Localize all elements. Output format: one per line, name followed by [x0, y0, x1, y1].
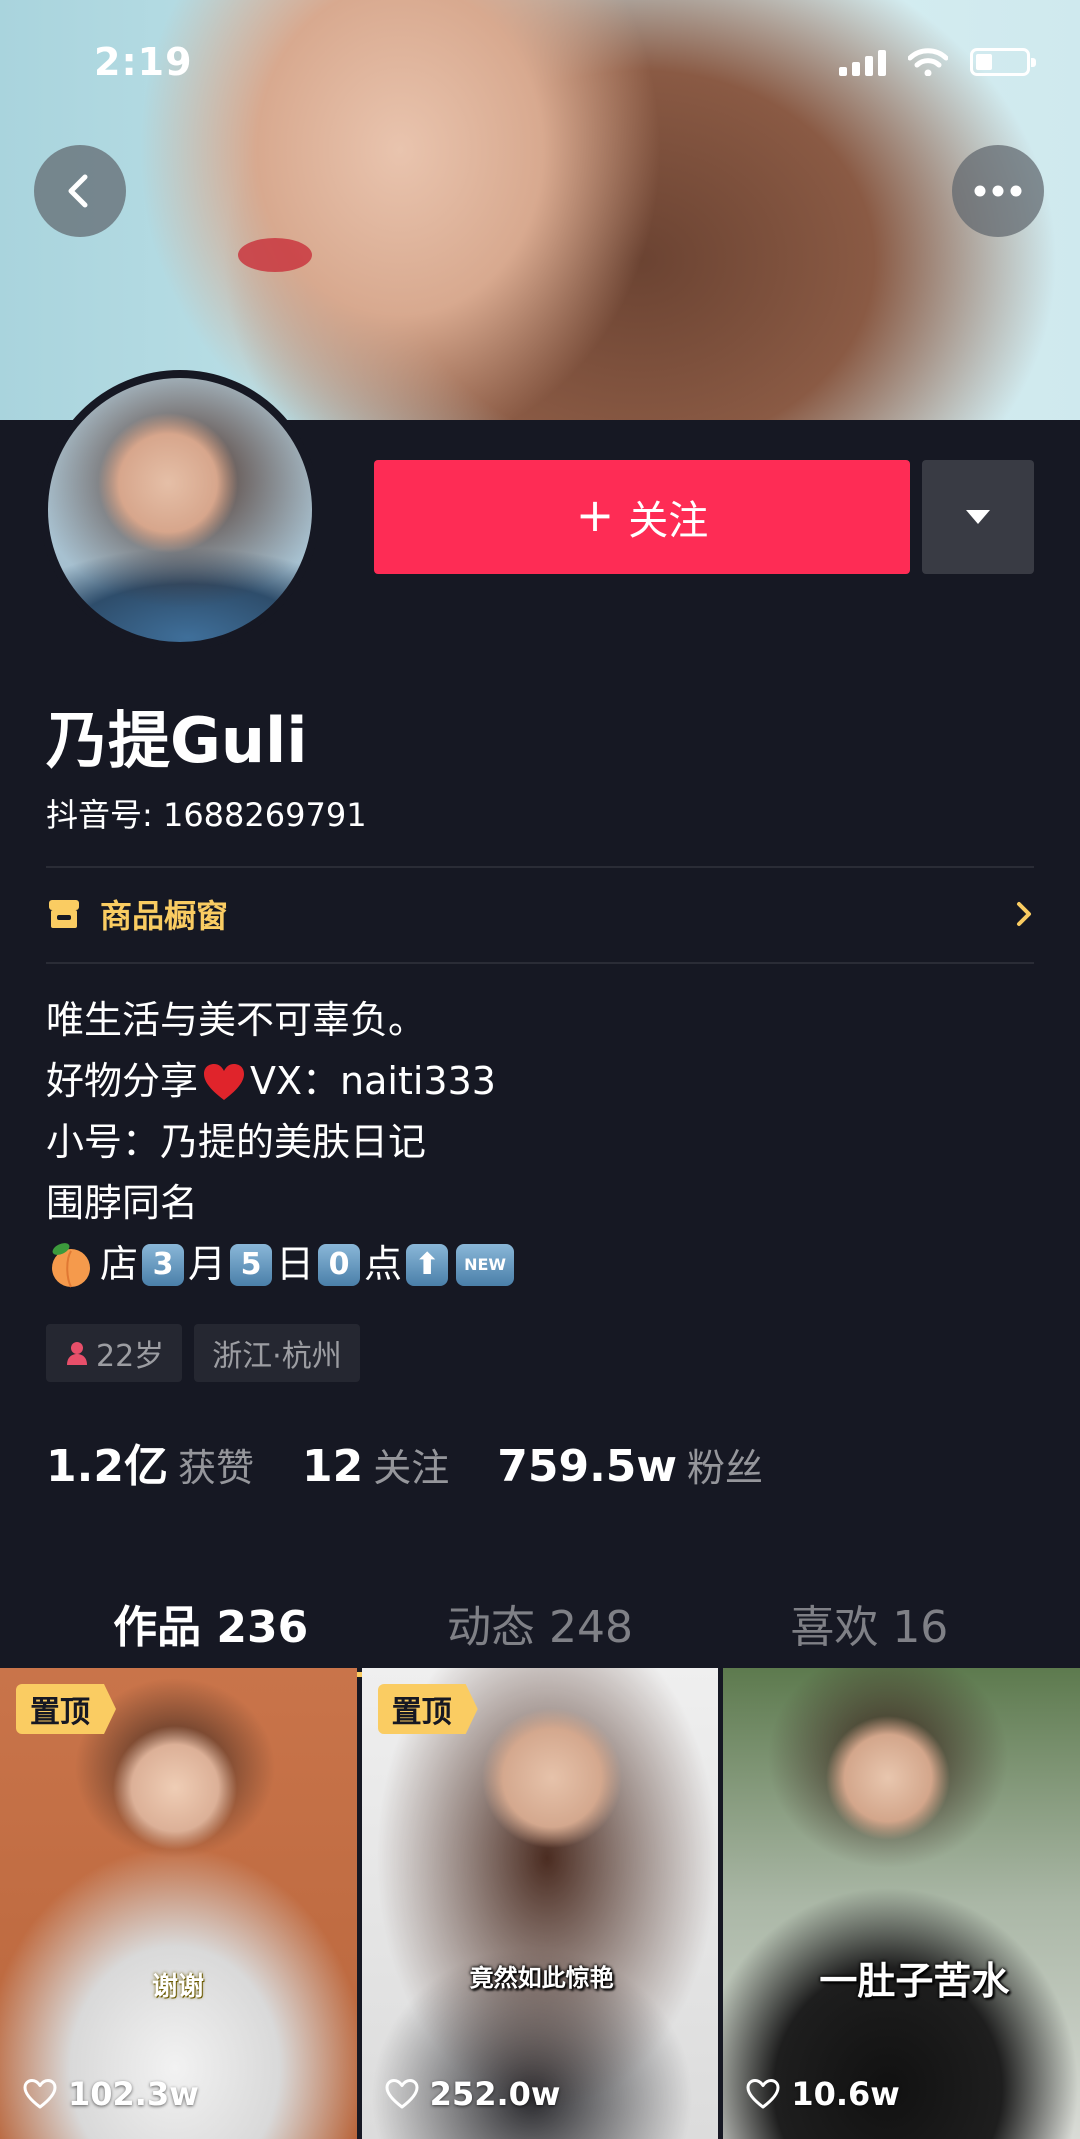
video-caption: 一肚子苦水 — [819, 1959, 1010, 2003]
video-likes: 102.3w — [22, 2075, 199, 2113]
video-grid: 置顶 谢谢 102.3w 置顶 竟然如此惊艳 252.0w 一肚子苦水 10.6… — [0, 1668, 1080, 2139]
back-icon — [68, 174, 88, 208]
heart-icon — [385, 2079, 419, 2109]
pinned-badge: 置顶 — [377, 1684, 478, 1734]
bio-line: 店 3 月 5 日 0 点 ⬆ NEW — [46, 1234, 518, 1295]
likes-count: 102.3w — [68, 2075, 199, 2113]
more-button[interactable] — [952, 145, 1044, 237]
bio-text: 好物分享 — [46, 1059, 199, 1103]
age-tag: 22岁 — [46, 1324, 183, 1382]
video-thumbnail[interactable]: 置顶 谢谢 102.3w — [0, 1668, 357, 2139]
cover-image: 2:19 — [0, 0, 1080, 420]
follow-label: 关注 — [628, 498, 709, 544]
status-time: 2:19 — [94, 40, 193, 84]
shop-icon — [49, 900, 79, 928]
bio: 唯生活与美不可辜负。 好物分享 VX：naiti333 小号：乃提的美肤日记 围… — [46, 990, 518, 1295]
bio-text: VX：naiti333 — [250, 1059, 496, 1103]
stat-following[interactable]: 12 关注 — [302, 1437, 449, 1492]
likes-count: 252.0w — [429, 2075, 561, 2113]
tab-dynamics[interactable]: 动态 248 — [375, 1575, 704, 1671]
keycap-3: 3 — [142, 1243, 185, 1286]
age-label: 22岁 — [96, 1339, 165, 1374]
new-badge: NEW — [456, 1243, 515, 1286]
avatar[interactable] — [40, 370, 320, 650]
back-button[interactable] — [34, 145, 126, 237]
battery-icon — [970, 48, 1036, 76]
video-caption: 竟然如此惊艳 — [469, 1964, 614, 1992]
stat-label: 关注 — [373, 1446, 450, 1490]
stat-followers[interactable]: 759.5w 粉丝 — [497, 1437, 763, 1492]
red-heart-icon — [204, 1063, 245, 1100]
dropdown-icon — [966, 510, 990, 524]
video-caption: 谢谢 — [152, 1972, 205, 2002]
bio-line: 唯生活与美不可辜负。 — [46, 998, 427, 1042]
stat-likes: 1.2亿 获赞 — [46, 1430, 254, 1494]
status-bar: 2:19 — [0, 40, 1080, 90]
bio-line: 围脖同名 — [46, 1181, 199, 1225]
bio-text: 月 — [188, 1242, 227, 1286]
divider — [46, 962, 1034, 964]
bio-text: 日 — [276, 1242, 315, 1286]
douyin-id[interactable]: 抖音号: 1688269791 — [46, 790, 367, 836]
video-likes: 10.6w — [745, 2075, 900, 2113]
recommend-dropdown-button[interactable] — [922, 460, 1034, 574]
chevron-right-icon — [1017, 902, 1031, 926]
follow-button[interactable]: + 关注 — [374, 460, 910, 574]
stat-label: 粉丝 — [687, 1446, 764, 1490]
bio-line: 好物分享 VX：naiti333 — [46, 1051, 518, 1112]
cover-decoration — [238, 238, 312, 272]
likes-count: 10.6w — [791, 2075, 900, 2113]
stats-row: 1.2亿 获赞 12 关注 759.5w 粉丝 — [46, 1430, 811, 1494]
content-tabs: 作品 236 动态 248 喜欢 16 — [46, 1575, 1034, 1677]
bio-text: 点 — [364, 1242, 403, 1286]
stat-number: 759.5w — [497, 1441, 678, 1492]
pinned-badge: 置顶 — [16, 1684, 116, 1734]
tab-likes[interactable]: 喜欢 16 — [705, 1575, 1034, 1671]
location-tag: 浙江·杭州 — [194, 1324, 360, 1382]
female-icon — [67, 1342, 87, 1365]
video-thumbnail[interactable]: 一肚子苦水 10.6w — [723, 1668, 1080, 2139]
keycap-5: 5 — [230, 1243, 273, 1286]
video-likes: 252.0w — [384, 2075, 561, 2113]
stat-label: 获赞 — [177, 1446, 254, 1490]
keycap-0: 0 — [318, 1243, 361, 1286]
video-thumbnail[interactable]: 置顶 竟然如此惊艳 252.0w — [361, 1668, 719, 2139]
profile-name: 乃提Guli — [46, 704, 308, 777]
plus-icon: + — [575, 488, 615, 542]
peach-icon — [52, 1242, 90, 1287]
shop-window-row[interactable]: 商品橱窗 — [46, 866, 1034, 962]
shop-window-label: 商品橱窗 — [100, 897, 229, 935]
bio-text: 店 — [100, 1242, 139, 1286]
heart-icon — [23, 2079, 57, 2109]
stat-number: 12 — [301, 1441, 364, 1492]
up-arrow-icon: ⬆ — [406, 1243, 449, 1286]
heart-icon — [746, 2079, 780, 2109]
stat-number: 1.2亿 — [46, 1441, 168, 1492]
bio-line: 小号：乃提的美肤日记 — [46, 1120, 427, 1164]
status-icons — [839, 48, 1036, 76]
signal-icon — [839, 50, 886, 76]
more-icon — [974, 185, 1022, 197]
tab-works[interactable]: 作品 236 — [46, 1575, 376, 1677]
location-label: 浙江·杭州 — [212, 1339, 342, 1374]
wifi-icon — [908, 48, 948, 76]
profile-tags: 22岁 浙江·杭州 — [46, 1324, 360, 1382]
